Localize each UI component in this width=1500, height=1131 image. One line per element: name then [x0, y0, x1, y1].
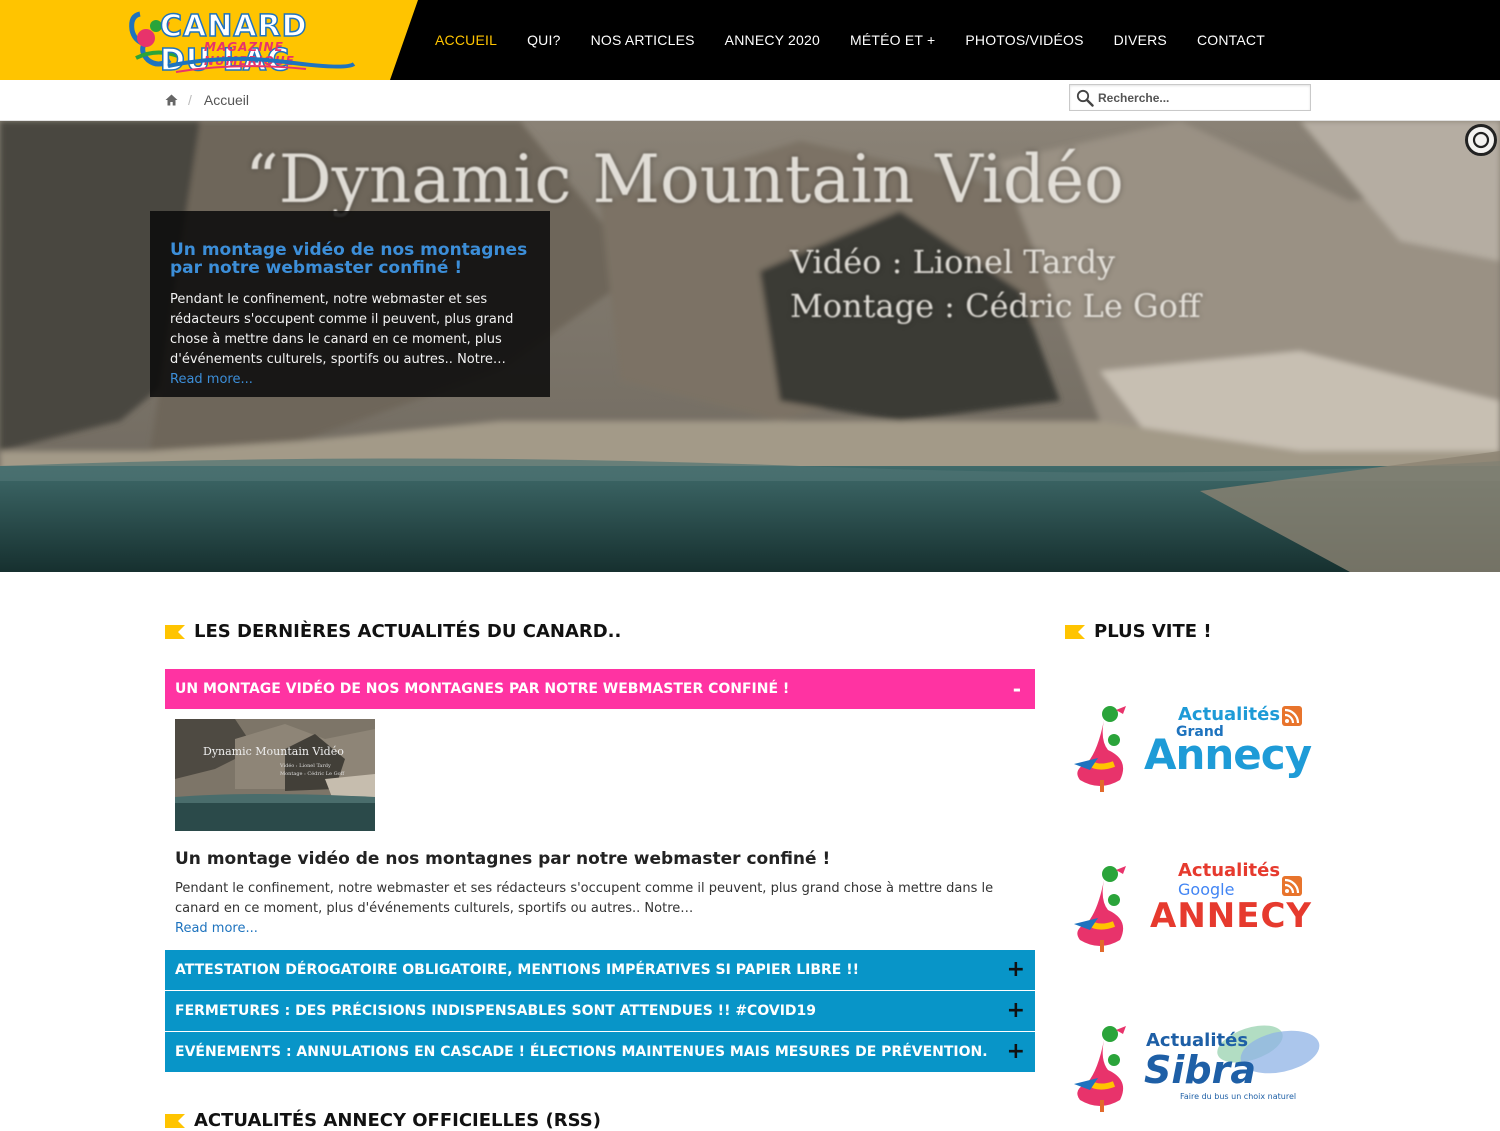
- rss-icon: [1282, 706, 1302, 726]
- news-accordion-item[interactable]: FERMETURES : DES PRÉCISIONS INDISPENSABL…: [165, 991, 1035, 1031]
- nav-item-nos-articles[interactable]: NOS ARTICLES: [576, 32, 710, 48]
- hero-caption-text: Pendant le confinement, notre webmaster …: [170, 292, 514, 367]
- news-accordion-item[interactable]: ATTESTATION DÉROGATOIRE OBLIGATOIRE, MEN…: [165, 950, 1035, 990]
- breadcrumb-current: Accueil: [203, 92, 250, 108]
- nav-item-meteo[interactable]: MÉTÉO ET +: [835, 32, 950, 48]
- nav-item-contact[interactable]: CONTACT: [1182, 32, 1280, 48]
- nav-item-photos-videos[interactable]: PHOTOS/VIDÉOS: [950, 32, 1098, 48]
- news-accordion-label: EVÉNEMENTS : ANNULATIONS EN CASCADE ! ÉL…: [175, 1044, 988, 1060]
- hero-read-more-link[interactable]: Read more...: [170, 370, 530, 390]
- duck-mascot-icon: [1074, 1026, 1126, 1112]
- article-title[interactable]: Un montage vidéo de nos montagnes par no…: [175, 849, 830, 869]
- sidebar-heading: PLUS VITE !: [1065, 621, 1212, 642]
- expand-icon[interactable]: +: [1007, 959, 1025, 981]
- search-icon: [1076, 89, 1094, 107]
- card-sibra-label: Sibra: [1144, 1048, 1256, 1092]
- breadcrumb-separator: /: [188, 92, 192, 108]
- expand-icon[interactable]: +: [1007, 1000, 1025, 1022]
- sidebar-link-google-annecy[interactable]: Actualités Google ANNECY: [1070, 860, 1330, 960]
- hero-video-title: “Dynamic Mountain Vidéo: [245, 141, 1124, 218]
- sidebar-heading-text: PLUS VITE !: [1094, 621, 1212, 642]
- sidebar-link-sibra[interactable]: Actualités Sibra Faire du bus un choix n…: [1070, 1020, 1330, 1120]
- article-thumbnail-image: Dynamic Mountain Vidéo Vidéo : Lionel Ta…: [175, 719, 375, 831]
- rss-icon: [1282, 876, 1302, 896]
- collapse-icon[interactable]: -: [1013, 679, 1021, 699]
- site-header: CANARD DU LAC MAGAZINE NUMERIQUE ACCUEIL…: [0, 0, 1500, 80]
- sidebar-link-grand-annecy[interactable]: Actualités Grand Annecy: [1070, 700, 1330, 800]
- card-annecy-label: ANNECY: [1150, 896, 1313, 936]
- power-icon: [1472, 131, 1490, 149]
- news-accordion-label: ATTESTATION DÉROGATOIRE OBLIGATOIRE, MEN…: [175, 962, 860, 978]
- thumb-credit-1: Vidéo : Lionel Tardy: [279, 762, 331, 769]
- official-section-heading: ACTUALITÉS ANNECY OFFICIELLES (RSS): [165, 1110, 601, 1131]
- thumb-credit-2: Montage : Cédric Le Goff: [280, 770, 345, 777]
- news-accordion-label: UN MONTAGE VIDÉO DE NOS MONTAGNES PAR NO…: [175, 681, 790, 697]
- card-actualites-label: Actualités: [1178, 860, 1281, 881]
- thumb-title: Dynamic Mountain Vidéo: [203, 745, 344, 758]
- hero-caption-title[interactable]: Un montage vidéo de nos montagnes par no…: [170, 241, 530, 277]
- flag-icon: [1065, 624, 1085, 639]
- card-sibra-tagline: Faire du bus un choix naturel: [1180, 1092, 1297, 1101]
- home-icon[interactable]: [165, 94, 178, 106]
- duck-mascot-icon: [1074, 866, 1126, 952]
- news-section-heading: LES DERNIÈRES ACTUALITÉS DU CANARD..: [165, 621, 621, 642]
- official-heading-text: ACTUALITÉS ANNECY OFFICIELLES (RSS): [194, 1110, 601, 1131]
- hero-slider[interactable]: “Dynamic Mountain Vidéo Vidéo : Lionel T…: [0, 121, 1500, 572]
- hero-credit-video: Vidéo : Lionel Tardy: [790, 243, 1116, 281]
- news-heading-text: LES DERNIÈRES ACTUALITÉS DU CANARD..: [194, 621, 622, 642]
- site-logo[interactable]: CANARD DU LAC MAGAZINE NUMERIQUE: [126, 8, 356, 78]
- news-accordion-item[interactable]: EVÉNEMENTS : ANNULATIONS EN CASCADE ! ÉL…: [165, 1032, 1035, 1072]
- nav-item-accueil[interactable]: ACCUEIL: [420, 32, 512, 48]
- nav-item-qui[interactable]: QUI?: [512, 32, 575, 48]
- expand-icon[interactable]: +: [1007, 1041, 1025, 1063]
- news-accordion-open[interactable]: UN MONTAGE VIDÉO DE NOS MONTAGNES PAR NO…: [165, 669, 1035, 709]
- duck-mascot-icon: [1074, 706, 1126, 792]
- hero-credit-montage: Montage : Cédric Le Goff: [790, 287, 1201, 325]
- hero-caption: Un montage vidéo de nos montagnes par no…: [150, 211, 550, 397]
- search-box: [1069, 84, 1311, 111]
- breadcrumb: / Accueil: [165, 92, 249, 108]
- nav-item-annecy-2020[interactable]: ANNECY 2020: [710, 32, 835, 48]
- card-annecy-label: Annecy: [1144, 730, 1312, 779]
- flag-icon: [165, 624, 185, 639]
- breadcrumb-bar: / Accueil: [0, 80, 1500, 121]
- search-input[interactable]: [1098, 90, 1298, 105]
- article-thumbnail[interactable]: Dynamic Mountain Vidéo Vidéo : Lionel Ta…: [175, 719, 375, 831]
- main-nav: ACCUEIL QUI? NOS ARTICLES ANNECY 2020 MÉ…: [420, 0, 1280, 80]
- slider-pause-button[interactable]: [1465, 124, 1497, 156]
- nav-item-divers[interactable]: DIVERS: [1099, 32, 1182, 48]
- news-accordion-label: FERMETURES : DES PRÉCISIONS INDISPENSABL…: [175, 1003, 817, 1019]
- article-excerpt: Pendant le confinement, notre webmaster …: [175, 881, 994, 916]
- flag-icon: [165, 1113, 185, 1128]
- article-read-more-link[interactable]: Read more...: [175, 919, 258, 939]
- card-actualites-label: Actualités: [1178, 704, 1281, 725]
- logo-swoosh-icon: [167, 56, 356, 73]
